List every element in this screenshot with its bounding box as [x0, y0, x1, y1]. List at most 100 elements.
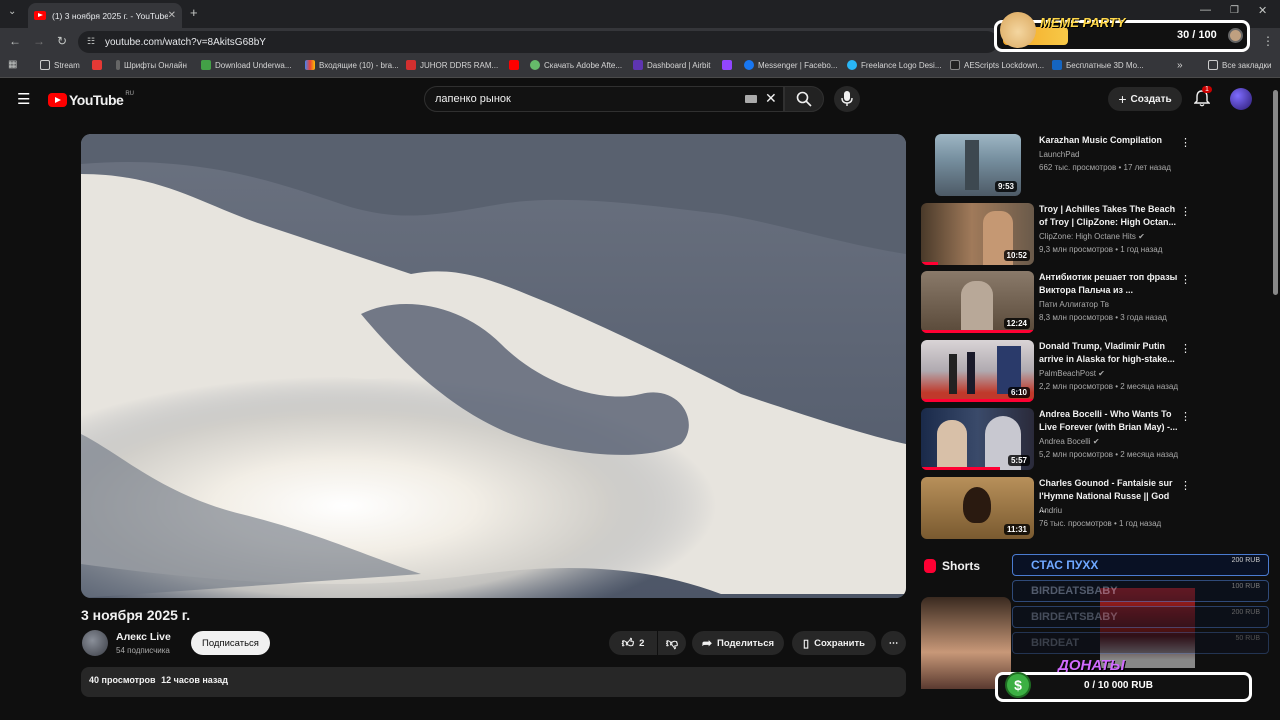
video-thumbnail[interactable]: 10:52 — [921, 203, 1034, 265]
bookmark-airbit[interactable]: Dashboard | Airbit — [633, 60, 710, 70]
bookmark-favicon-icon — [633, 60, 643, 70]
tab-search-chevron-icon[interactable]: ⌄ — [8, 6, 16, 17]
video-thumbnail[interactable]: 5:57 — [921, 408, 1034, 470]
channel-name[interactable]: Andriu — [1039, 506, 1062, 515]
recommendation-item[interactable]: 10:52 Troy | Achilles Takes The Beach of… — [921, 203, 1251, 265]
view-count: 40 просмотров — [89, 675, 156, 685]
bookmark-fonts[interactable]: Шрифты Онлайн — [116, 60, 187, 70]
close-window-icon[interactable]: ✕ — [1258, 4, 1267, 17]
recommendation-item[interactable]: 9:53 Karazhan Music Compilation LaunchPa… — [921, 134, 1251, 196]
bookmark-label: Бесплатные 3D Mo... — [1066, 60, 1144, 70]
channel-name[interactable]: Алекс Live — [116, 631, 171, 643]
donor-name: СТАС ПУХХ — [1031, 558, 1099, 572]
restore-icon[interactable]: ❐ — [1230, 5, 1239, 16]
create-button[interactable]: + Создать — [1108, 87, 1182, 111]
keyboard-icon[interactable] — [745, 95, 757, 103]
thumbnail-eagle-emblem — [963, 487, 991, 523]
channel-avatar[interactable] — [82, 630, 108, 656]
new-tab-icon[interactable]: + — [190, 5, 198, 20]
video-title[interactable]: Karazhan Music Compilation — [1039, 134, 1179, 147]
youtube-header: ☰ YouTube RU лапенко рынок ✕ + Создать 1 — [0, 79, 1280, 119]
bookmark-twitch[interactable] — [722, 60, 736, 70]
video-thumbnail[interactable]: 6:10 — [921, 340, 1034, 402]
bookmark-messenger[interactable]: Messenger | Facebo... — [744, 60, 837, 70]
video-thumbnail[interactable]: 12:24 — [921, 271, 1034, 333]
share-button[interactable]: ➦ Поделиться — [692, 631, 784, 655]
tab-title: (1) 3 ноября 2025 г. - YouTube — [52, 10, 168, 21]
forward-icon[interactable]: → — [33, 34, 45, 48]
donor-name: BIRDEATSBABY — [1031, 611, 1118, 623]
youtube-logo[interactable]: YouTube RU — [48, 91, 134, 108]
apps-grid-icon[interactable]: ▦ — [8, 59, 17, 70]
more-vertical-icon[interactable]: ⋮ — [1180, 342, 1191, 355]
recommendation-item[interactable]: 12:24 Антибиотик решает топ фразы Виктор… — [921, 271, 1251, 333]
channel-name[interactable]: Пати Аллигатор Тв — [1039, 300, 1109, 309]
tab-close-icon[interactable]: ✕ — [168, 10, 176, 21]
youtube-favicon-icon — [34, 11, 46, 20]
notifications-button[interactable]: 1 — [1193, 86, 1212, 112]
bookmark-freelance[interactable]: Freelance Logo Desi... — [847, 60, 942, 70]
duration-badge: 6:10 — [1007, 387, 1030, 398]
video-title[interactable]: Антибиотик решает топ фразы Виктора Паль… — [1039, 271, 1179, 297]
channel-name[interactable]: LaunchPad — [1039, 150, 1079, 159]
clear-search-icon[interactable]: ✕ — [765, 90, 777, 107]
more-vertical-icon[interactable]: ⋮ — [1180, 273, 1191, 286]
hamburger-menu-icon[interactable]: ☰ — [17, 90, 30, 108]
recommendation-item[interactable]: 5:57 Andrea Bocelli - Who Wants To Live … — [921, 408, 1251, 470]
more-vertical-icon[interactable]: ⋮ — [1180, 205, 1191, 218]
video-title[interactable]: Andrea Bocelli - Who Wants To Live Forev… — [1039, 408, 1179, 434]
channel-name[interactable]: ClipZone: High Octane Hits ✔ — [1039, 232, 1145, 241]
bookmark-adobe[interactable]: Скачать Adobe Afte... — [530, 60, 622, 70]
video-thumbnail[interactable]: 11:31 — [921, 477, 1034, 539]
subscribe-button[interactable]: Подписаться — [191, 631, 270, 655]
donation-goal-widget: 0 / 10 000 RUB — [995, 672, 1252, 702]
channel-name[interactable]: PalmBeachPost ✔ — [1039, 369, 1105, 378]
search-button[interactable] — [784, 86, 824, 112]
more-vertical-icon[interactable]: ⋮ — [1180, 479, 1191, 492]
thumbnail-tower-shape — [965, 140, 979, 190]
video-thumbnail[interactable]: 9:53 — [935, 134, 1021, 196]
dislike-button[interactable]: 👎︎ — [658, 631, 686, 655]
more-actions-button[interactable]: ⋯ — [881, 631, 906, 655]
video-meta: 662 тыс. просмотров • 17 лет назад — [1039, 163, 1171, 172]
minimize-icon[interactable]: — — [1200, 4, 1211, 16]
recommendation-item[interactable]: 6:10 Donald Trump, Vladimir Putin arrive… — [921, 340, 1251, 402]
more-vertical-icon[interactable]: ⋮ — [1180, 136, 1191, 149]
duration-badge: 10:52 — [1003, 250, 1030, 261]
avatar[interactable] — [1230, 88, 1252, 110]
url-field[interactable]: ☷ youtube.com/watch?v=8AkitsG68bY — [78, 31, 998, 53]
more-bookmarks-icon[interactable]: » — [1177, 60, 1183, 71]
voice-search-button[interactable] — [834, 86, 860, 112]
video-title[interactable]: Troy | Achilles Takes The Beach of Troy … — [1039, 203, 1179, 229]
donation-amount: 200 RUB — [1231, 557, 1260, 564]
site-info-icon[interactable]: ☷ — [87, 36, 95, 47]
create-label: Создать — [1130, 93, 1172, 105]
bookmark-icon: ▯ — [803, 637, 810, 650]
browser-menu-icon[interactable]: ⋮ — [1262, 34, 1274, 48]
save-button[interactable]: ▯ Сохранить — [792, 631, 876, 655]
page-scrollbar[interactable] — [1273, 90, 1278, 295]
bookmark-download[interactable]: Download Underwa... — [201, 60, 291, 70]
recommendation-item[interactable]: 11:31 Charles Gounod - Fantaisie sur l'H… — [921, 477, 1251, 539]
duration-badge: 9:53 — [994, 181, 1017, 192]
bookmark-stream[interactable]: Stream — [40, 60, 80, 70]
bookmark-inbox[interactable]: Входящие (10) - bra... — [305, 60, 399, 70]
search-input[interactable]: лапенко рынок ✕ — [424, 86, 784, 112]
all-bookmarks[interactable]: Все закладки — [1208, 60, 1271, 70]
back-icon[interactable]: ← — [9, 34, 21, 48]
like-button[interactable]: 👍︎ 2 — [609, 631, 657, 655]
description-box[interactable]: 40 просмотров 12 часов назад — [81, 667, 906, 697]
bookmark-3d[interactable]: Бесплатные 3D Mo... — [1052, 60, 1144, 70]
video-player[interactable] — [81, 134, 906, 598]
tab-active[interactable]: (1) 3 ноября 2025 г. - YouTube ✕ — [28, 3, 182, 28]
donation-goal-progress: 0 / 10 000 RUB — [1084, 680, 1153, 691]
video-title[interactable]: Donald Trump, Vladimir Putin arrive in A… — [1039, 340, 1179, 366]
more-vertical-icon[interactable]: ⋮ — [1180, 410, 1191, 423]
reload-icon[interactable]: ↻ — [57, 34, 67, 48]
bookmark-unnamed[interactable] — [92, 60, 106, 70]
bookmark-aescripts[interactable]: AEScripts Lockdown... — [950, 60, 1044, 70]
region-code: RU — [125, 91, 134, 97]
channel-name[interactable]: Andrea Bocelli ✔ — [1039, 437, 1100, 446]
bookmark-juhor[interactable]: JUHOR DDR5 RAM... — [406, 60, 498, 70]
bookmark-youtube[interactable] — [509, 60, 523, 70]
